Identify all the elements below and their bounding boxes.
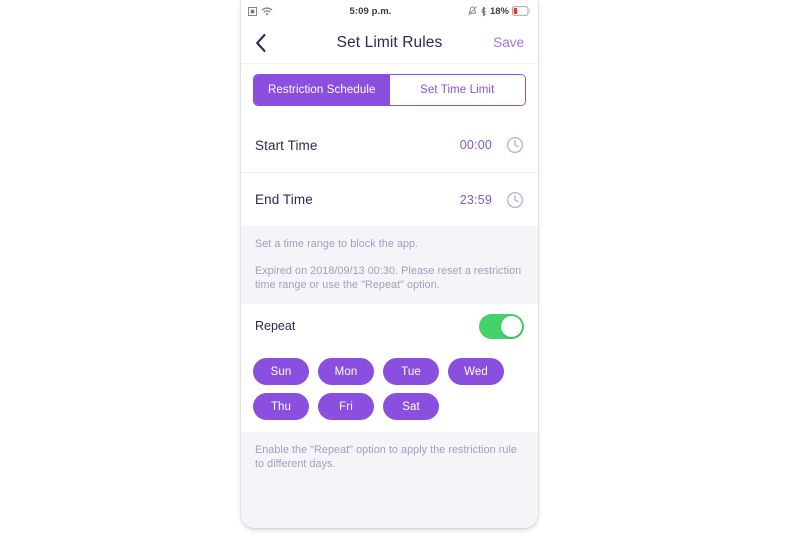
info-block-bottom: Enable the "Repeat" option to apply the …	[241, 432, 538, 483]
chevron-left-icon	[256, 33, 266, 52]
tab-set-time-limit[interactable]: Set Time Limit	[389, 75, 525, 105]
info-hint-repeat: Enable the "Repeat" option to apply the …	[255, 444, 517, 470]
status-bar-clock: 5:09 p.m.	[349, 5, 392, 17]
segmented-control: Restriction Schedule Set Time Limit	[253, 74, 526, 106]
day-row-2: Thu Fri Sat	[253, 393, 526, 420]
mute-bell-icon	[468, 6, 477, 16]
clock-icon[interactable]	[506, 191, 524, 209]
tab-restriction-schedule[interactable]: Restriction Schedule	[254, 75, 390, 105]
screen-content: Restriction Schedule Set Time Limit Star…	[241, 64, 538, 528]
day-pill-sat[interactable]: Sat	[383, 393, 439, 420]
sim-card-icon	[248, 6, 257, 16]
end-time-label: End Time	[255, 192, 313, 207]
app-header: Set Limit Rules Save	[241, 22, 538, 64]
back-button[interactable]	[255, 30, 277, 56]
repeat-toggle[interactable]	[479, 313, 524, 339]
repeat-row: Repeat	[241, 304, 538, 348]
day-pill-thu[interactable]: Thu	[253, 393, 309, 420]
day-pill-fri[interactable]: Fri	[318, 393, 374, 420]
status-bar-right: 18%	[468, 6, 531, 17]
battery-low-icon	[512, 6, 531, 16]
end-time-row[interactable]: End Time 23:59	[241, 172, 538, 226]
day-pill-tue[interactable]: Tue	[383, 358, 439, 385]
wifi-icon	[261, 6, 273, 16]
info-block-top: Set a time range to block the app. Expir…	[241, 226, 538, 304]
start-time-value: 00:00	[459, 138, 492, 152]
toggle-knob	[501, 315, 522, 337]
start-time-row[interactable]: Start Time 00:00	[241, 118, 538, 172]
segmented-control-wrap: Restriction Schedule Set Time Limit	[241, 64, 538, 118]
day-pill-mon[interactable]: Mon	[318, 358, 374, 385]
start-time-label: Start Time	[255, 137, 318, 153]
bluetooth-icon	[480, 6, 487, 17]
day-row-1: Sun Mon Tue Wed	[253, 358, 526, 385]
bottom-filler	[241, 483, 538, 528]
phone-frame: 5:09 p.m. 18% Set Limit Rules Save Restr…	[241, 0, 538, 528]
battery-percent-label: 18%	[489, 5, 509, 17]
save-button[interactable]: Save	[493, 35, 524, 50]
repeat-label: Repeat	[255, 319, 296, 333]
clock-icon[interactable]	[506, 136, 524, 154]
status-bar: 5:09 p.m. 18%	[241, 0, 538, 22]
end-time-value: 23:59	[459, 192, 492, 207]
day-pill-sun[interactable]: Sun	[253, 358, 309, 385]
info-expired-notice: Expired on 2018/09/13 00:30. Please rese…	[255, 265, 522, 291]
info-hint-time-range: Set a time range to block the app.	[255, 238, 419, 250]
day-selector: Sun Mon Tue Wed Thu Fri Sat	[241, 348, 538, 432]
day-pill-wed[interactable]: Wed	[448, 358, 504, 385]
status-bar-left	[248, 6, 273, 16]
